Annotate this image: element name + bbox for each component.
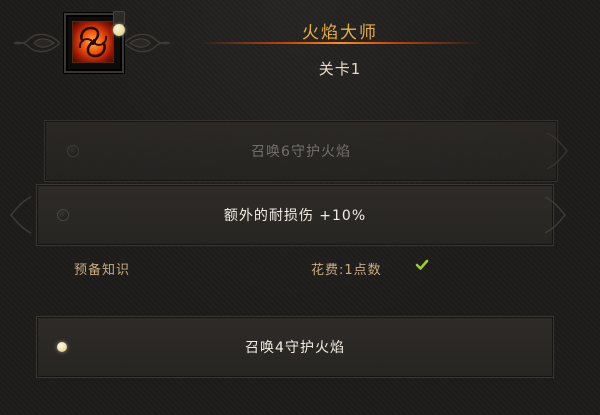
rank-option-label: 召唤4守护火焰	[245, 340, 345, 356]
fire-vortex-icon	[72, 21, 114, 63]
rank-option-label: 额外的耐损伤 +10%	[223, 208, 367, 224]
corner-ornament-icon	[544, 196, 567, 234]
skill-title: 火焰大师	[302, 23, 378, 43]
right-ornament-icon	[124, 33, 170, 53]
rank-indicator-orb	[113, 24, 125, 36]
rank-subtitle: 关卡1	[318, 60, 362, 78]
left-ornament-icon	[14, 33, 60, 53]
rank-option-2[interactable]: 额外的耐损伤 +10%	[9, 184, 567, 246]
icon-tab	[113, 11, 125, 25]
check-icon	[415, 259, 429, 270]
title-divider	[200, 42, 480, 44]
rank-option-3[interactable]: 召唤4守护火焰	[36, 316, 554, 378]
cost-label: 花费:1点数	[311, 263, 382, 278]
corner-ornament-icon	[9, 196, 32, 234]
rank-option-1[interactable]: 召唤6守护火焰	[44, 120, 569, 182]
rank-option-label: 召唤6守护火焰	[251, 144, 351, 160]
prerequisite-label: 预备知识	[74, 263, 131, 278]
corner-ornament-icon	[546, 132, 569, 170]
